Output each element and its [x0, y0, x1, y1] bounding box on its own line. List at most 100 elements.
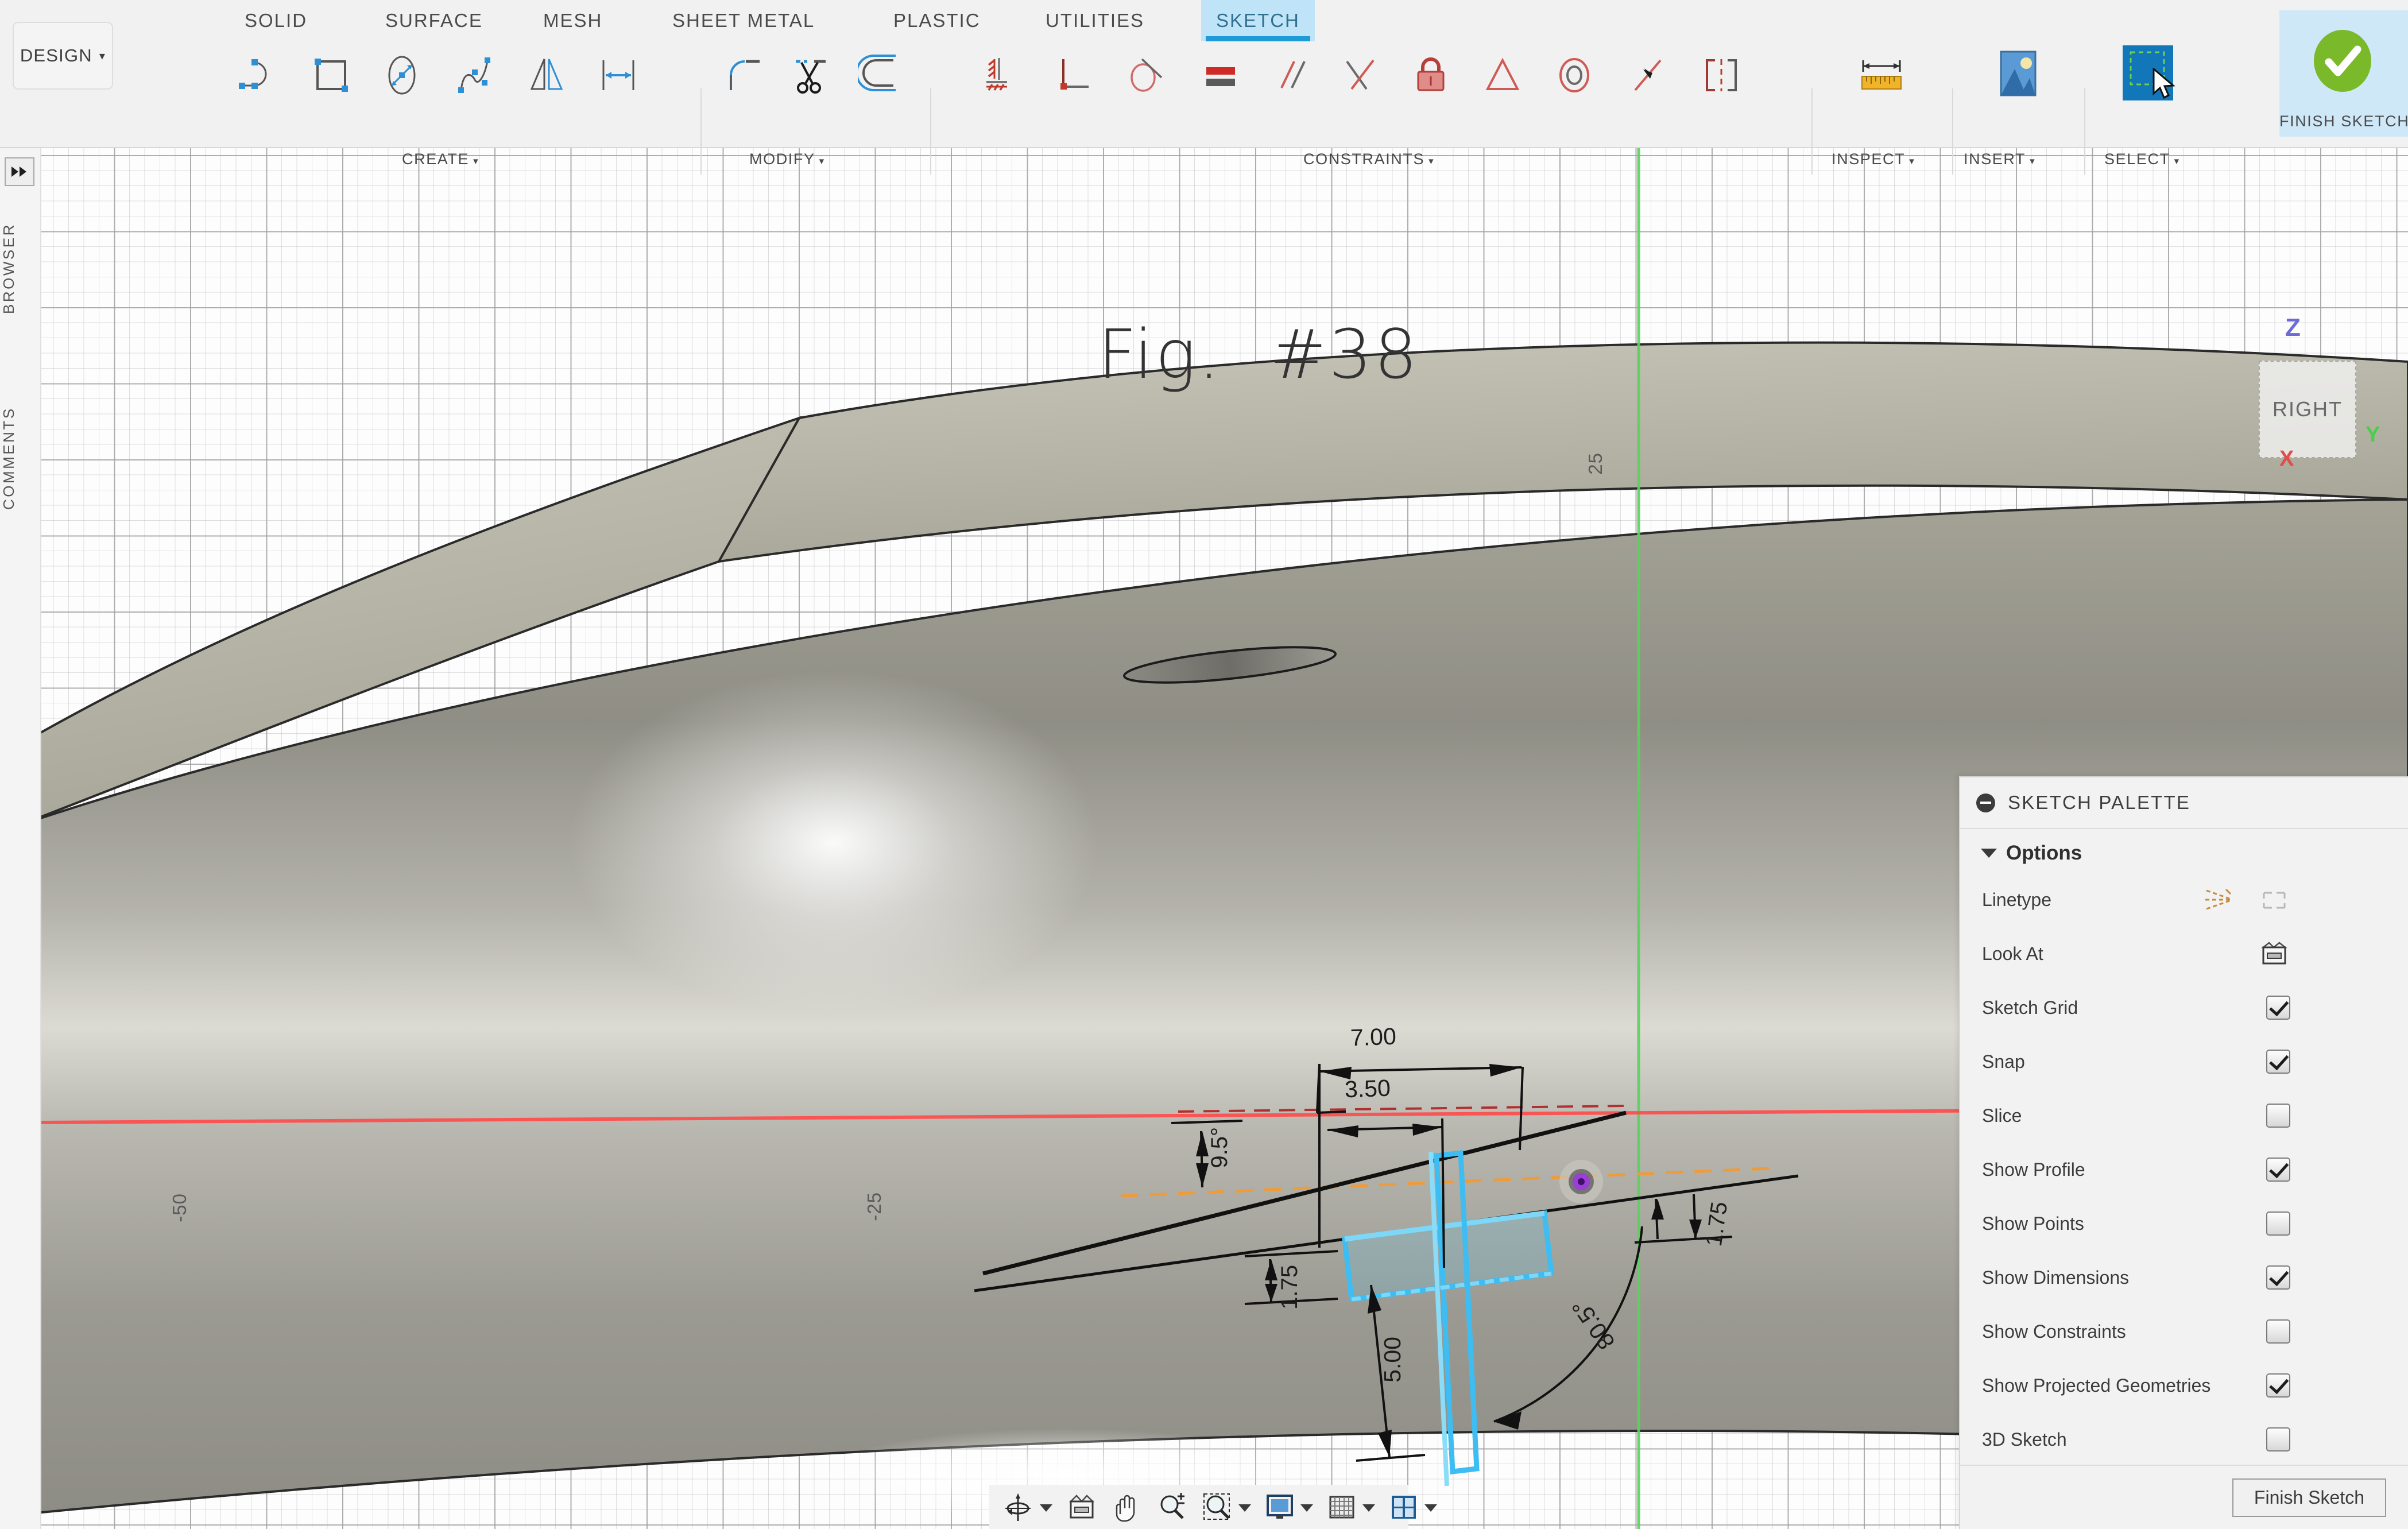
tab-utilities[interactable]: UTILITIES [1031, 0, 1159, 41]
ellipse-tool[interactable] [372, 41, 432, 109]
checkbox-show-constraints[interactable] [2266, 1319, 2290, 1344]
select-tool[interactable] [2104, 41, 2190, 106]
toolbar-separator [930, 88, 931, 175]
sidebar-comments-label: COMMENTS [0, 407, 41, 510]
chevron-down-icon: ▾ [819, 156, 825, 167]
chevron-down-icon[interactable] [1300, 1504, 1313, 1512]
checkbox-show-profile[interactable] [2266, 1158, 2290, 1182]
collinear-constraint[interactable] [1618, 41, 1678, 109]
chevron-down-icon: ▾ [2030, 156, 2035, 167]
tangent-constraint[interactable] [1116, 41, 1175, 109]
tab-surface[interactable]: SURFACE [370, 0, 498, 41]
group-label-text: SELECT [2104, 150, 2170, 168]
chevron-down-icon: ▾ [2174, 156, 2180, 167]
spline-tool[interactable] [445, 41, 505, 109]
option-label: Show Points [1982, 1213, 2084, 1234]
chevron-down-icon[interactable] [1362, 1504, 1375, 1512]
look-at-icon[interactable] [1066, 1492, 1097, 1522]
group-label-insert[interactable]: INSERT▾ [1964, 150, 2035, 168]
zoom-icon[interactable] [1157, 1492, 1187, 1523]
green-check-icon [2309, 28, 2376, 97]
line-tool[interactable] [227, 41, 287, 109]
group-label-select[interactable]: SELECT ▾ [2104, 150, 2180, 168]
look-at-icon[interactable] [2258, 940, 2290, 967]
sidebar-browser-label: BROWSER [0, 223, 41, 315]
offset-tool[interactable] [851, 41, 911, 109]
centerline-icon[interactable] [2258, 886, 2290, 913]
dimension-label-angle-left[interactable]: 9.5° [1207, 1127, 1233, 1168]
finish-sketch-button[interactable]: Finish Sketch [2232, 1478, 2386, 1517]
lock-fix-constraint[interactable] [1401, 41, 1461, 109]
checkbox-snap[interactable] [2266, 1050, 2290, 1074]
chevron-down-icon[interactable] [1424, 1504, 1437, 1512]
palette-section-options[interactable]: Options [1960, 829, 2408, 873]
tab-mesh[interactable]: MESH [528, 0, 617, 41]
dimension-label-width-half[interactable]: 3.50 [1344, 1075, 1391, 1104]
option-label: Show Profile [1982, 1159, 2085, 1180]
viewcube[interactable]: RIGHT [2259, 361, 2356, 458]
chevron-down-icon[interactable] [1040, 1504, 1052, 1512]
sidebar-item-browser[interactable]: BROWSER [0, 194, 41, 343]
chevron-down-icon: ▾ [473, 156, 479, 167]
group-label-inspect[interactable]: INSPECT▾ [1832, 150, 1915, 168]
equal-constraint[interactable] [1191, 41, 1251, 109]
group-label-constraints[interactable]: CONSTRAINTS▾ [1303, 150, 1434, 168]
orbit-icon[interactable] [1002, 1491, 1034, 1523]
measure-tool[interactable] [1852, 41, 1911, 109]
checkbox-slice[interactable] [2266, 1104, 2290, 1128]
checkbox-sketch-grid[interactable] [2266, 996, 2290, 1020]
tab-label: MESH [543, 10, 602, 32]
group-label-modify[interactable]: MODIFY▾ [749, 150, 825, 168]
offset-distance-tool[interactable] [589, 41, 648, 109]
palette-title: SKETCH PALETTE [2008, 792, 2190, 814]
display-settings-icon[interactable] [1265, 1492, 1295, 1522]
dimension-label-thickness-left[interactable]: 1.75 [1277, 1265, 1303, 1310]
checkbox-show-points[interactable] [2266, 1211, 2290, 1236]
minus-circle-icon[interactable] [1976, 793, 1995, 812]
option-row-linetype: Linetype [1960, 873, 2408, 927]
chevron-down-icon[interactable] [1238, 1504, 1251, 1512]
tab-sketch[interactable]: SKETCH [1201, 0, 1315, 41]
dimension-label-height[interactable]: 5.00 [1379, 1337, 1406, 1383]
parallel-constraint[interactable] [1263, 41, 1323, 109]
tab-solid[interactable]: SOLID [230, 0, 322, 41]
tab-sheet-metal[interactable]: SHEET METAL [657, 0, 830, 41]
mirror-tool[interactable] [517, 41, 576, 109]
pan-hand-icon[interactable] [1112, 1491, 1142, 1523]
symmetry-constraint[interactable] [1691, 41, 1751, 109]
tab-label: PLASTIC [893, 10, 981, 32]
trim-tool[interactable] [781, 41, 841, 109]
option-row-show-constraints: Show Constraints [1960, 1305, 2408, 1358]
concentric-constraint[interactable] [1544, 41, 1604, 109]
fillet-tool[interactable] [715, 41, 775, 109]
sketch-palette-panel: SKETCH PALETTE Options Linetype [1959, 776, 2408, 1529]
toolbar-separator [1811, 88, 1813, 175]
grid-snaps-icon[interactable] [1327, 1492, 1357, 1522]
rectangle-tool[interactable] [301, 41, 361, 109]
chevron-down-icon [1981, 849, 1997, 858]
finish-sketch-ribbon-label: FINISH SKETCH▾ [2279, 113, 2408, 130]
sidebar-item-comments[interactable]: COMMENTS [0, 372, 41, 544]
checkbox-show-projected-geometries[interactable] [2266, 1373, 2290, 1398]
ribbon-toolbar: SOLID SURFACE MESH SHEET METAL PLASTIC U… [0, 0, 2408, 148]
zoom-window-icon[interactable] [1202, 1492, 1233, 1523]
option-label: Linetype [1982, 889, 2051, 911]
tab-plastic[interactable]: PLASTIC [878, 0, 996, 41]
horizontal-vertical-constraint[interactable] [1044, 41, 1104, 109]
checkbox-3d-sketch[interactable] [2266, 1427, 2290, 1451]
checkbox-show-dimensions[interactable] [2266, 1265, 2290, 1290]
finish-sketch-ribbon-button[interactable]: FINISH SKETCH▾ [2279, 10, 2408, 137]
group-label-create[interactable]: CREATE ▾ [402, 150, 479, 168]
left-sidebar: BROWSER COMMENTS [0, 148, 41, 1529]
midpoint-constraint[interactable] [1473, 41, 1532, 109]
collapse-panel-icon[interactable] [5, 157, 34, 186]
option-label: Look At [1982, 943, 2043, 965]
perpendicular-constraint[interactable] [1331, 41, 1391, 109]
construction-line-icon[interactable] [2202, 886, 2234, 913]
viewports-icon[interactable] [1389, 1492, 1419, 1522]
insert-image-tool[interactable] [1975, 41, 2061, 106]
fix-ground-constraint[interactable] [970, 41, 1030, 109]
group-label-text: CREATE [402, 150, 469, 168]
option-label: Snap [1982, 1051, 2025, 1073]
dimension-label-width-overall[interactable]: 7.00 [1350, 1023, 1396, 1052]
